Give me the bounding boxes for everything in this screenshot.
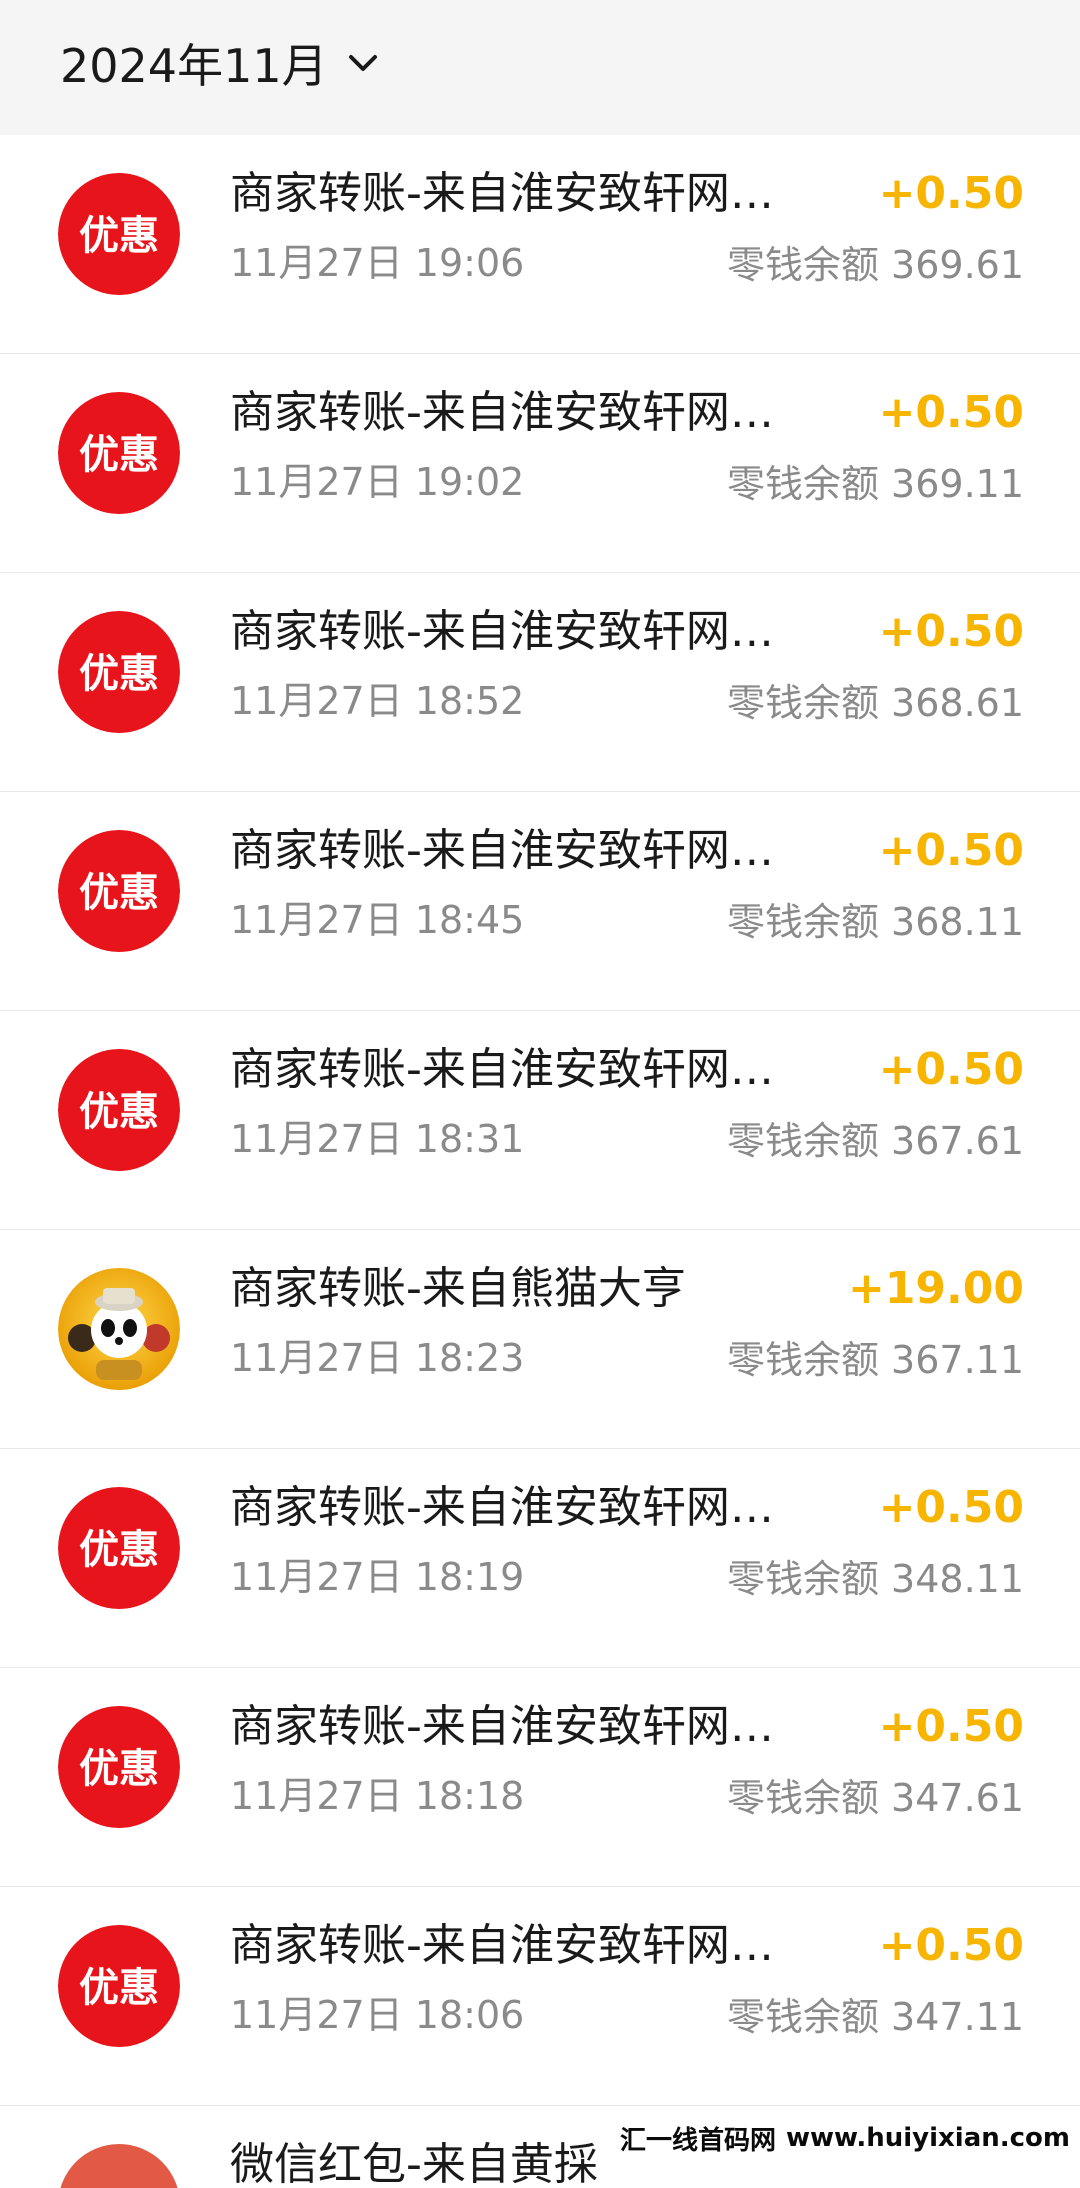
transaction-time: 11月27日 18:52 [230, 679, 525, 723]
discount-badge-icon: 优惠 [58, 830, 180, 952]
header: 2024年11月 [0, 0, 1080, 135]
transaction-time: 11月27日 18:23 [230, 1336, 525, 1380]
transaction-time: 11月27日 18:31 [230, 1117, 525, 1161]
discount-badge-icon: 优惠 [58, 1487, 180, 1609]
transaction-time: 11月27日 19:06 [230, 241, 525, 285]
transaction-row[interactable]: 优惠 商家转账-来自淮安致轩网… 11月27日 19:06 +0.50 零钱余额 369… [0, 135, 1080, 354]
transaction-amount: +0.50 [878, 825, 1024, 876]
transaction-amount: +0.50 [878, 1044, 1024, 1095]
discount-badge-icon: 优惠 [58, 1049, 180, 1171]
balance-text: 零钱余额 367.61 [726, 1119, 1024, 1163]
balance-text: 零钱余额 367.11 [726, 1338, 1024, 1382]
month-selector[interactable]: 2024年11月 [60, 28, 380, 98]
transaction-title: 商家转账-来自熊猫大亨 [230, 1263, 686, 1314]
svg-text:优惠: 优惠 [79, 1526, 159, 1573]
transaction-row[interactable]: 优惠 商家转账-来自淮安致轩网… 11月27日 19:02 +0.50 零钱余额 369… [0, 354, 1080, 573]
transaction-title: 商家转账-来自淮安致轩网… [230, 387, 774, 438]
transaction-row[interactable]: 优惠 商家转账-来自淮安致轩网… 11月27日 18:45 +0.50 零钱余额 368… [0, 792, 1080, 1011]
transaction-row[interactable]: 商家转账-来自熊猫大亨 11月27日 18:23 +19.00 零钱余额 367.11 [0, 1230, 1080, 1449]
transaction-amount: +0.50 [878, 1920, 1024, 1971]
transaction-row[interactable]: 优惠 商家转账-来自淮安致轩网… 11月27日 18:06 +0.50 零钱余额 347… [0, 1887, 1080, 2106]
discount-badge-icon: 优惠 [58, 1925, 180, 2047]
red-packet-avatar-icon [58, 2144, 180, 2188]
balance-text: 零钱余额 369.11 [726, 462, 1024, 506]
svg-text:优惠: 优惠 [79, 1745, 159, 1792]
transaction-amount: +0.50 [878, 1701, 1024, 1752]
transaction-title: 商家转账-来自淮安致轩网… [230, 1044, 774, 1095]
balance-text: 零钱余额 347.61 [726, 1776, 1024, 1820]
chevron-down-icon [346, 46, 380, 80]
month-label: 2024年11月 [60, 39, 328, 93]
transaction-amount: +0.50 [878, 387, 1024, 438]
svg-text:优惠: 优惠 [79, 431, 159, 478]
watermark: 汇一线首码网 www.huiyixian.com [613, 2121, 1076, 2156]
balance-text: 零钱余额 369.61 [726, 243, 1024, 287]
balance-text: 零钱余额 348.11 [726, 1557, 1024, 1601]
transaction-amount: +0.50 [878, 168, 1024, 219]
transaction-time: 11月27日 18:45 [230, 898, 525, 942]
svg-text:优惠: 优惠 [79, 1964, 159, 2011]
transaction-title: 商家转账-来自淮安致轩网… [230, 606, 774, 657]
balance-text: 零钱余额 368.11 [726, 900, 1024, 944]
transaction-row[interactable]: 优惠 商家转账-来自淮安致轩网… 11月27日 18:52 +0.50 零钱余额 368… [0, 573, 1080, 792]
balance-text: 零钱余额 347.11 [726, 1995, 1024, 2039]
transaction-time: 11月27日 18:18 [230, 1774, 525, 1818]
transaction-title: 商家转账-来自淮安致轩网… [230, 1701, 774, 1752]
svg-text:优惠: 优惠 [79, 650, 159, 697]
transaction-amount: +19.00 [847, 1263, 1024, 1314]
transaction-time: 11月27日 19:02 [230, 460, 525, 504]
svg-text:优惠: 优惠 [79, 212, 159, 259]
transaction-amount: +0.50 [878, 1482, 1024, 1533]
transaction-row[interactable]: 优惠 商家转账-来自淮安致轩网… 11月27日 18:18 +0.50 零钱余额 347… [0, 1668, 1080, 1887]
discount-badge-icon: 优惠 [58, 392, 180, 514]
transaction-title: 商家转账-来自淮安致轩网… [230, 1482, 774, 1533]
discount-badge-icon: 优惠 [58, 1706, 180, 1828]
transaction-time: 11月27日 18:06 [230, 1993, 525, 2037]
watermark-cn: 汇一线首码网 [619, 2125, 776, 2156]
transaction-list: 优惠 商家转账-来自淮安致轩网… 11月27日 19:06 +0.50 零钱余额 369… [0, 135, 1080, 2188]
transaction-title: 商家转账-来自淮安致轩网… [230, 825, 774, 876]
panda-tycoon-avatar-icon [58, 1268, 180, 1390]
svg-text:优惠: 优惠 [79, 1088, 159, 1135]
transaction-title: 商家转账-来自淮安致轩网… [230, 1920, 774, 1971]
transaction-title: 商家转账-来自淮安致轩网… [230, 168, 774, 219]
discount-badge-icon: 优惠 [58, 173, 180, 295]
transaction-amount: +0.50 [878, 606, 1024, 657]
discount-badge-icon: 优惠 [58, 611, 180, 733]
transaction-time: 11月27日 18:19 [230, 1555, 525, 1599]
svg-text:优惠: 优惠 [79, 869, 159, 916]
transaction-row[interactable]: 优惠 商家转账-来自淮安致轩网… 11月27日 18:31 +0.50 零钱余额 367… [0, 1011, 1080, 1230]
balance-text: 零钱余额 368.61 [726, 681, 1024, 725]
watermark-en: www.huiyixian.com [785, 2123, 1070, 2153]
transaction-row[interactable]: 优惠 商家转账-来自淮安致轩网… 11月27日 18:19 +0.50 零钱余额 348… [0, 1449, 1080, 1668]
